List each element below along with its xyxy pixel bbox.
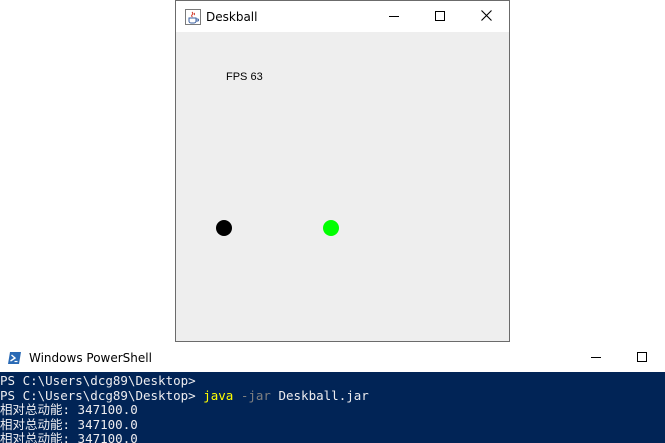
fps-counter: FPS 63: [226, 71, 263, 83]
close-icon: [480, 8, 492, 26]
powershell-console[interactable]: PS C:\Users\dcg89\Desktop> PS C:\Users\d…: [0, 372, 665, 443]
java-cup-icon: [185, 8, 201, 25]
command-argument: Deskball.jar: [278, 387, 369, 403]
maximize-icon: [435, 8, 445, 26]
maximize-icon: [637, 349, 647, 367]
powershell-icon: [8, 351, 22, 365]
ps-minimize-button[interactable]: [573, 344, 619, 372]
console-output-line: 相对总动能: 347100.0: [0, 416, 138, 432]
deskball-titlebar[interactable]: Deskball: [176, 1, 509, 32]
minimize-button[interactable]: [371, 1, 417, 32]
black-ball[interactable]: [216, 220, 232, 236]
ps-maximize-button[interactable]: [619, 344, 665, 372]
prompt: PS C:\Users\dcg89\Desktop>: [0, 387, 204, 403]
minimize-icon: [389, 8, 399, 26]
window-controls: [371, 1, 509, 32]
minimize-icon: [591, 349, 601, 367]
window-title: Deskball: [206, 9, 258, 24]
close-button[interactable]: [463, 1, 509, 32]
deskball-window: Deskball FPS 63: [175, 0, 510, 342]
console-line: PS C:\Users\dcg89\Desktop> java -jar Des…: [0, 387, 665, 404]
console-output-line: 相对总动能: 347100.0: [0, 402, 138, 417]
powershell-window: Windows PowerShell PS C:\Users\dcg89\Des…: [0, 344, 665, 443]
maximize-button[interactable]: [417, 1, 463, 32]
powershell-title: Windows PowerShell: [29, 351, 152, 365]
command-name: java: [203, 387, 234, 403]
green-ball[interactable]: [323, 220, 339, 236]
console-line: PS C:\Users\dcg89\Desktop>: [0, 373, 665, 389]
console-output-line: 相对总动能: 347100.0: [0, 431, 138, 443]
powershell-titlebar[interactable]: Windows PowerShell: [0, 344, 665, 372]
command-parameter: -jar: [240, 387, 271, 403]
prompt: PS C:\Users\dcg89\Desktop>: [0, 373, 196, 388]
game-canvas[interactable]: FPS 63: [176, 32, 509, 341]
powershell-window-controls: [573, 344, 665, 372]
